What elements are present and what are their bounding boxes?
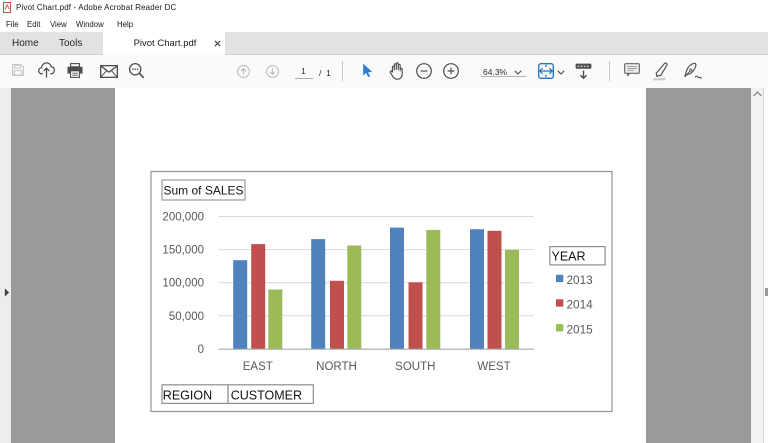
svg-text:Sum of SALES: Sum of SALES: [164, 184, 244, 198]
svg-text:100,000: 100,000: [162, 278, 204, 290]
svg-text:CUSTOMER: CUSTOMER: [231, 388, 302, 402]
svg-text:200,000: 200,000: [162, 212, 204, 224]
svg-text:50,000: 50,000: [169, 311, 204, 323]
svg-text:2013: 2013: [567, 273, 594, 287]
svg-text:WEST: WEST: [477, 361, 510, 373]
svg-text:REGION: REGION: [163, 388, 212, 402]
svg-text:EAST: EAST: [243, 361, 273, 373]
svg-text:NORTH: NORTH: [316, 361, 357, 373]
svg-text:SOUTH: SOUTH: [395, 361, 435, 373]
svg-text:0: 0: [198, 344, 204, 356]
svg-text:2015: 2015: [567, 322, 594, 336]
svg-text:150,000: 150,000: [162, 245, 204, 257]
svg-text:YEAR: YEAR: [552, 250, 586, 264]
svg-text:2014: 2014: [567, 298, 594, 312]
